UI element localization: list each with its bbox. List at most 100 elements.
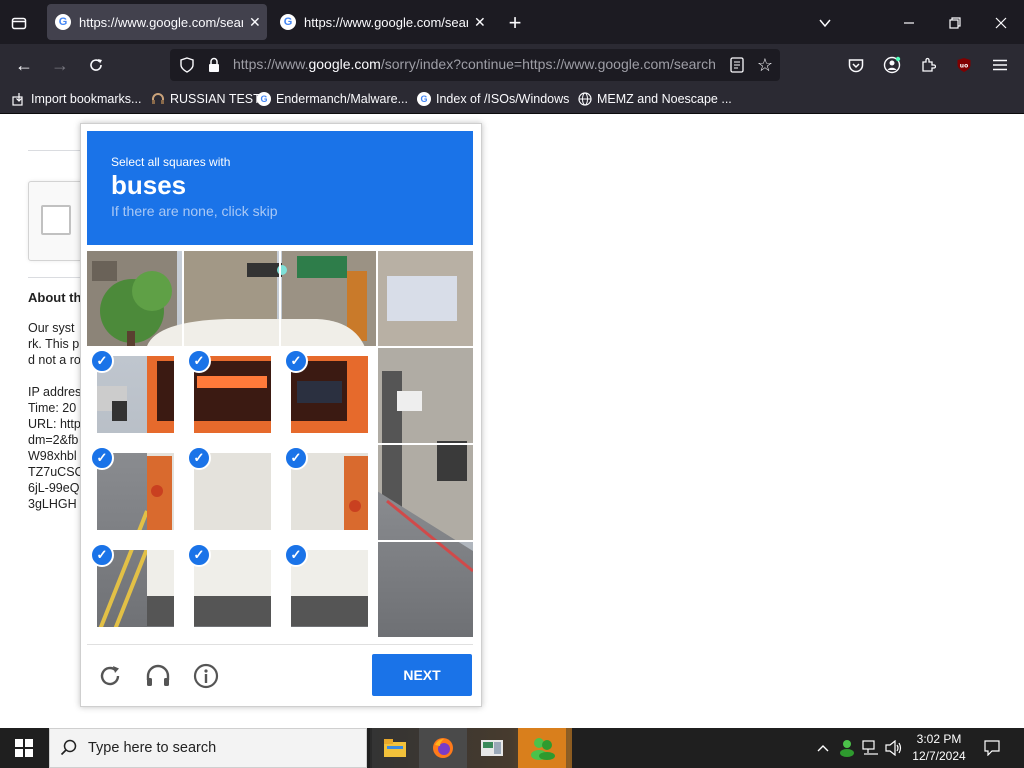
text-line: TZ7uCSC <box>28 465 84 479</box>
back-arrow-icon[interactable]: ← <box>12 53 36 77</box>
captcha-instruction: Select all squares with <box>111 155 231 169</box>
notifications-icon[interactable] <box>982 738 1002 758</box>
bookmark-import[interactable]: Import bookmarks... <box>12 90 141 108</box>
list-all-tabs-icon[interactable] <box>8 12 30 34</box>
captcha-tile[interactable] <box>87 251 182 346</box>
text-line: Time: 20 <box>28 401 77 415</box>
google-g-icon: G <box>55 14 71 30</box>
bookmark-label: RUSSIAN TEST <box>170 92 261 106</box>
checkmark-icon: ✓ <box>284 446 308 470</box>
divider <box>28 150 88 151</box>
windows-start-icon[interactable] <box>12 737 36 759</box>
account-icon[interactable] <box>881 54 903 76</box>
bookmark-russian-test[interactable]: RUSSIAN TEST <box>151 90 261 108</box>
extensions-icon[interactable] <box>917 54 939 76</box>
import-icon <box>12 92 26 106</box>
info-icon[interactable] <box>192 662 220 690</box>
bookmark-label: Import bookmarks... <box>31 92 142 106</box>
reload-challenge-icon[interactable] <box>96 662 124 690</box>
text-line: rk. This p <box>28 337 80 351</box>
close-tab-icon[interactable]: ✕ <box>249 14 261 31</box>
menu-hamburger-icon[interactable] <box>989 54 1011 76</box>
google-g-icon: G <box>257 92 271 106</box>
google-g-icon: G <box>417 92 431 106</box>
recaptcha-checkbox[interactable] <box>41 205 71 235</box>
checkmark-icon: ✓ <box>90 349 114 373</box>
reader-view-icon[interactable] <box>727 55 747 75</box>
file-explorer-icon[interactable] <box>383 736 407 760</box>
checkmark-icon: ✓ <box>187 446 211 470</box>
divider <box>28 277 88 278</box>
text-line: 6jL-99eQ <box>28 481 80 495</box>
text-line: 3gLHGH <box>28 497 77 511</box>
search-icon <box>60 739 78 757</box>
minimize-icon[interactable] <box>898 12 920 34</box>
tab-title: https://www.google.com/search?q=... <box>304 14 468 30</box>
url-text[interactable]: https://www.google.com/sorry/index?conti… <box>233 56 718 74</box>
captcha-footer-divider <box>87 644 473 645</box>
captcha-image-grid: ✓ ✓ ✓ ✓ ✓ ✓ ✓ ✓ ✓ <box>87 251 473 637</box>
about-heading: About th <box>28 290 82 305</box>
captcha-tile[interactable] <box>378 348 473 443</box>
captcha-tile[interactable] <box>184 251 279 346</box>
url-prefix: https://www. <box>233 56 309 72</box>
show-hidden-icons-chevron[interactable] <box>814 738 832 758</box>
tab-title: https://www.google.com/search?q=... <box>79 14 243 30</box>
close-window-icon[interactable] <box>990 12 1012 34</box>
text-line: URL: http <box>28 417 81 431</box>
captcha-target-word: buses <box>111 170 187 200</box>
green-people-app-icon[interactable] <box>530 735 556 761</box>
bookmark-star-icon[interactable]: ☆ <box>754 54 776 76</box>
captcha-tile[interactable] <box>378 445 473 540</box>
bookmark-endermanch[interactable]: G Endermanch/Malware... <box>257 90 408 108</box>
bookmark-label: MEMZ and Noescape ... <box>597 92 732 106</box>
close-tab-icon[interactable]: ✕ <box>474 14 486 31</box>
clock-date[interactable]: 12/7/2024 <box>906 749 972 763</box>
checkmark-icon: ✓ <box>187 349 211 373</box>
network-icon[interactable] <box>861 738 881 758</box>
people-tray-icon[interactable] <box>837 738 857 758</box>
captcha-tile[interactable] <box>378 542 473 637</box>
text-line: W98xhbl <box>28 449 77 463</box>
bookmark-label: Endermanch/Malware... <box>276 92 409 106</box>
headset-icon <box>151 92 165 106</box>
new-tab-button[interactable]: + <box>503 10 527 35</box>
pocket-icon[interactable] <box>845 54 867 76</box>
url-domain: google.com <box>308 56 381 72</box>
text-line: d not a ro <box>28 353 81 367</box>
text-line: dm=2&fb <box>28 433 79 447</box>
globe-icon <box>578 92 592 106</box>
next-button[interactable]: NEXT <box>372 654 472 696</box>
checkmark-icon: ✓ <box>90 543 114 567</box>
checkmark-icon: ✓ <box>284 349 308 373</box>
volume-icon[interactable] <box>884 738 904 758</box>
restore-icon[interactable] <box>944 12 966 34</box>
forward-arrow-icon[interactable]: → <box>48 53 72 77</box>
tab-google-search-1[interactable]: G https://www.google.com/search?q=... ✕ <box>47 4 267 40</box>
chevron-down-icon[interactable] <box>814 12 836 34</box>
tab-google-search-2[interactable]: G https://www.google.com/search?q=... ✕ <box>272 4 492 40</box>
captcha-hint: If there are none, click skip <box>111 203 278 219</box>
checkmark-icon: ✓ <box>90 446 114 470</box>
captcha-tile[interactable] <box>281 251 376 346</box>
url-path: /sorry/index?continue=https://www.google… <box>380 56 716 72</box>
shield-icon[interactable] <box>178 55 196 75</box>
ublock-origin-icon[interactable]: uo <box>953 54 975 76</box>
text-line: IP addres <box>28 385 82 399</box>
firefox-icon[interactable] <box>431 736 455 760</box>
audio-challenge-headphones-icon[interactable] <box>144 662 172 690</box>
lock-icon[interactable] <box>205 55 223 75</box>
captcha-tile[interactable] <box>378 251 473 346</box>
bookmark-index-isos[interactable]: G Index of /ISOs/Windows <box>417 90 569 108</box>
checkmark-icon: ✓ <box>187 543 211 567</box>
svg-text:uo: uo <box>960 63 968 70</box>
page-text: About th Our syst rk. This p d not a ro … <box>28 290 88 512</box>
bookmark-memz[interactable]: MEMZ and Noescape ... <box>578 90 732 108</box>
clock-time[interactable]: 3:02 PM <box>906 732 972 746</box>
control-panel-icon[interactable] <box>480 736 504 760</box>
bookmark-label: Index of /ISOs/Windows <box>436 92 570 106</box>
text-line: Our syst <box>28 321 75 335</box>
search-placeholder: Type here to search <box>88 740 217 756</box>
reload-icon[interactable] <box>84 53 108 77</box>
checkmark-icon: ✓ <box>284 543 308 567</box>
